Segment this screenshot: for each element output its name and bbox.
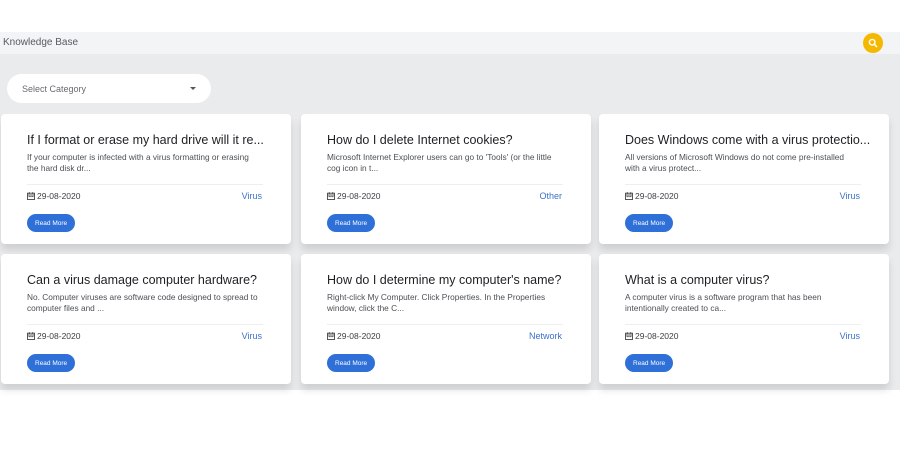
article-title[interactable]: How do I determine my computer's name? (327, 273, 577, 287)
article-excerpt: A computer virus is a software program t… (625, 292, 822, 313)
article-date-text: 29-08-2020 (37, 331, 81, 341)
article-title[interactable]: How do I delete Internet cookies? (327, 133, 577, 147)
card-divider (327, 184, 563, 185)
article-title[interactable]: If I format or erase my hard drive will … (27, 133, 277, 147)
card-divider (327, 324, 563, 325)
article-category-link[interactable]: Virus (840, 331, 860, 341)
card-divider (27, 324, 263, 325)
card-divider (27, 184, 263, 185)
article-excerpt: Right-click My Computer. Click Propertie… (327, 292, 546, 313)
page-header: Knowledge Base (0, 32, 900, 54)
card-divider (625, 324, 861, 325)
read-more-button[interactable]: Read More (27, 354, 76, 372)
calendar-icon (625, 332, 633, 340)
article-excerpt: If your computer is infected with a viru… (27, 152, 249, 173)
article-date: 29-08-2020 (327, 191, 380, 201)
read-more-button[interactable]: Read More (327, 214, 376, 232)
article-card: Does Windows come with a virus protectio… (599, 114, 889, 244)
article-date-text: 29-08-2020 (337, 191, 381, 201)
article-card: How do I determine my computer's name? Ri… (301, 254, 591, 384)
article-date-text: 29-08-2020 (635, 191, 679, 201)
calendar-icon (27, 332, 35, 340)
article-category-link[interactable]: Virus (242, 331, 262, 341)
article-category-link[interactable]: Virus (840, 191, 860, 201)
article-category-link[interactable]: Network (529, 331, 562, 341)
article-date-text: 29-08-2020 (337, 331, 381, 341)
calendar-icon (327, 192, 335, 200)
article-category-link[interactable]: Other (539, 191, 562, 201)
article-title[interactable]: What is a computer virus? (625, 273, 875, 287)
article-date: 29-08-2020 (625, 331, 678, 341)
article-date: 29-08-2020 (27, 191, 80, 201)
card-divider (625, 184, 861, 185)
read-more-button[interactable]: Read More (625, 214, 674, 232)
read-more-button[interactable]: Read More (27, 214, 76, 232)
calendar-icon (327, 332, 335, 340)
read-more-button[interactable]: Read More (327, 354, 376, 372)
article-title[interactable]: Can a virus damage computer hardware? (27, 273, 277, 287)
article-card: Can a virus damage computer hardware? No.… (1, 254, 291, 384)
article-excerpt: Microsoft Internet Explorer users can go… (327, 152, 552, 173)
article-date: 29-08-2020 (27, 331, 80, 341)
article-title[interactable]: Does Windows come with a virus protectio… (625, 133, 875, 147)
article-date-text: 29-08-2020 (635, 331, 679, 341)
chevron-down-icon (190, 87, 196, 90)
article-excerpt: No. Computer viruses are software code d… (27, 292, 258, 313)
article-date: 29-08-2020 (625, 191, 678, 201)
article-date: 29-08-2020 (327, 331, 380, 341)
category-select-label: Select Category (22, 83, 87, 94)
read-more-button[interactable]: Read More (625, 354, 674, 372)
page-title: Knowledge Base (3, 37, 79, 48)
article-date-text: 29-08-2020 (37, 191, 81, 201)
article-category-link[interactable]: Virus (242, 191, 262, 201)
article-excerpt: All versions of Microsoft Windows do not… (625, 152, 845, 173)
article-card: How do I delete Internet cookies? Microso… (301, 114, 591, 244)
article-card: What is a computer virus? A computer viru… (599, 254, 889, 384)
search-button[interactable] (863, 33, 883, 53)
article-card: If I format or erase my hard drive will … (1, 114, 291, 244)
category-select[interactable]: Select Category (7, 74, 211, 103)
calendar-icon (625, 192, 633, 200)
search-icon (868, 38, 878, 48)
calendar-icon (27, 192, 35, 200)
